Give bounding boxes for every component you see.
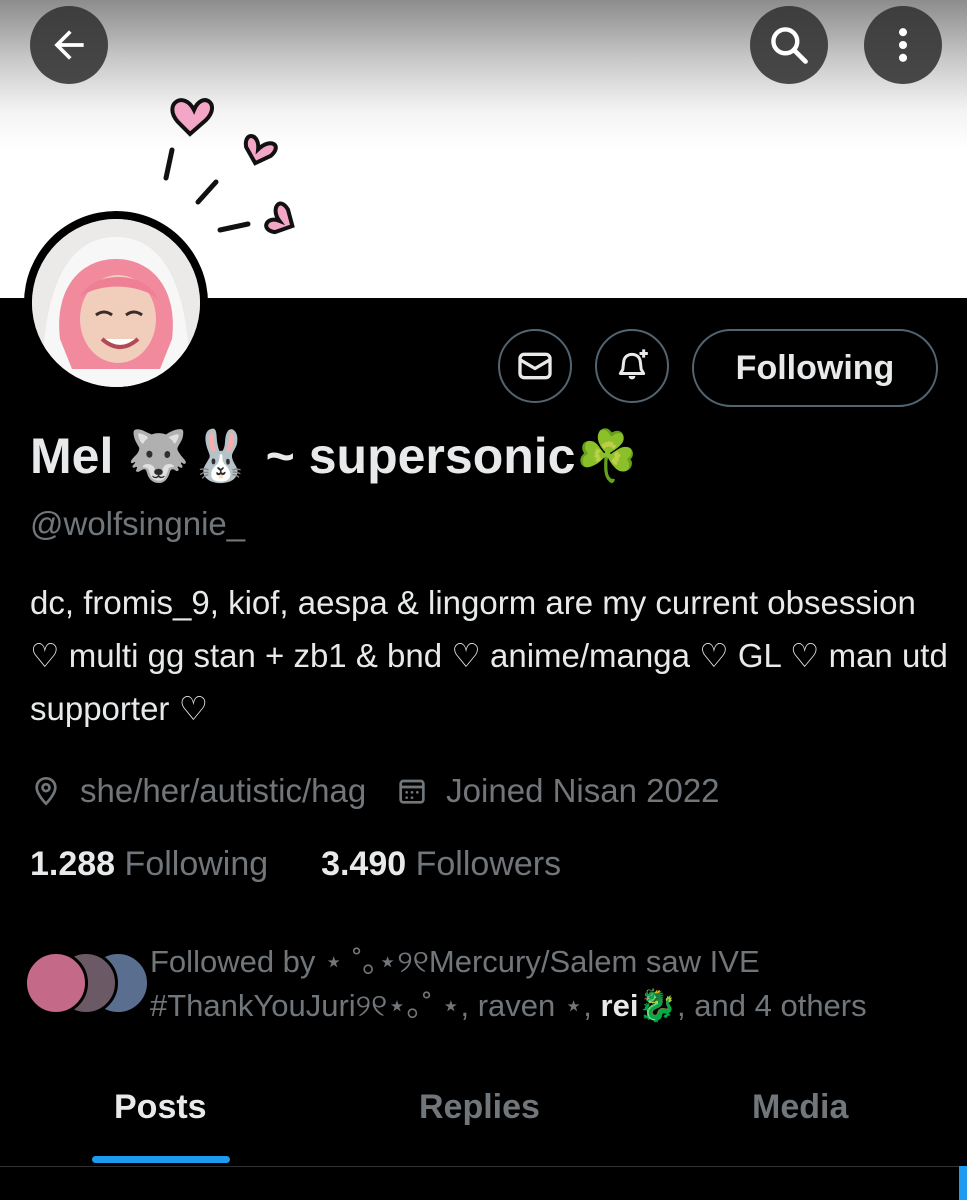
location-text: she/her/autistic/hag (80, 772, 367, 809)
profile-avatar[interactable] (24, 211, 208, 395)
tab-posts[interactable]: Posts (114, 1088, 207, 1127)
followed-by-avatars[interactable] (24, 951, 154, 1015)
followers-count: 3.490 (321, 845, 407, 883)
active-tab-indicator (92, 1156, 230, 1163)
more-options-button[interactable] (864, 6, 942, 84)
joined-date: Joined Nisan 2022 (446, 772, 720, 809)
bell-plus-icon (618, 349, 648, 380)
more-vertical-icon (898, 28, 908, 62)
profile-tabs: Posts Replies Media (0, 1070, 967, 1166)
profile-meta: she/her/autistic/hag Joined Nisan 2022 (30, 768, 720, 814)
envelope-icon (518, 352, 552, 380)
following-link[interactable]: 1.288 Following (30, 845, 268, 883)
back-button[interactable] (30, 6, 108, 84)
followed-by-bold-name: rei🐉 (600, 988, 678, 1023)
follower-avatar (24, 951, 88, 1015)
calendar-icon (399, 779, 425, 804)
followers-link[interactable]: 3.490 Followers (321, 845, 561, 883)
display-name: Mel 🐺🐰 ~ supersonic☘️ (30, 428, 638, 484)
location-pin-icon (35, 776, 57, 806)
followed-by-text[interactable]: Followed by ⋆ ˚｡⋆୨୧Mercury/Salem saw IVE… (150, 940, 940, 1028)
notifications-button[interactable] (595, 329, 669, 403)
followed-by-suffix: , and 4 others (677, 988, 867, 1023)
following-count: 1.288 (30, 845, 116, 883)
search-button[interactable] (750, 6, 828, 84)
avatar-image (32, 219, 200, 387)
scrollbar[interactable] (959, 1166, 967, 1200)
followed-by-prefix: Followed by (150, 944, 316, 979)
following-label: Following (124, 845, 269, 883)
tab-replies[interactable]: Replies (419, 1088, 540, 1127)
followers-label: Followers (415, 845, 562, 883)
tabs-divider (0, 1166, 967, 1167)
arrow-left-icon (54, 30, 84, 60)
search-icon (771, 27, 808, 64)
user-handle: @wolfsingnie_ (30, 505, 246, 542)
profile-bio: dc, fromis_9, kiof, aespa & lingorm are … (30, 584, 948, 727)
tab-media[interactable]: Media (752, 1088, 848, 1127)
following-button[interactable]: Following (692, 329, 938, 407)
follow-stats: 1.288 Following 3.490 Followers (30, 845, 561, 884)
message-button[interactable] (498, 329, 572, 403)
